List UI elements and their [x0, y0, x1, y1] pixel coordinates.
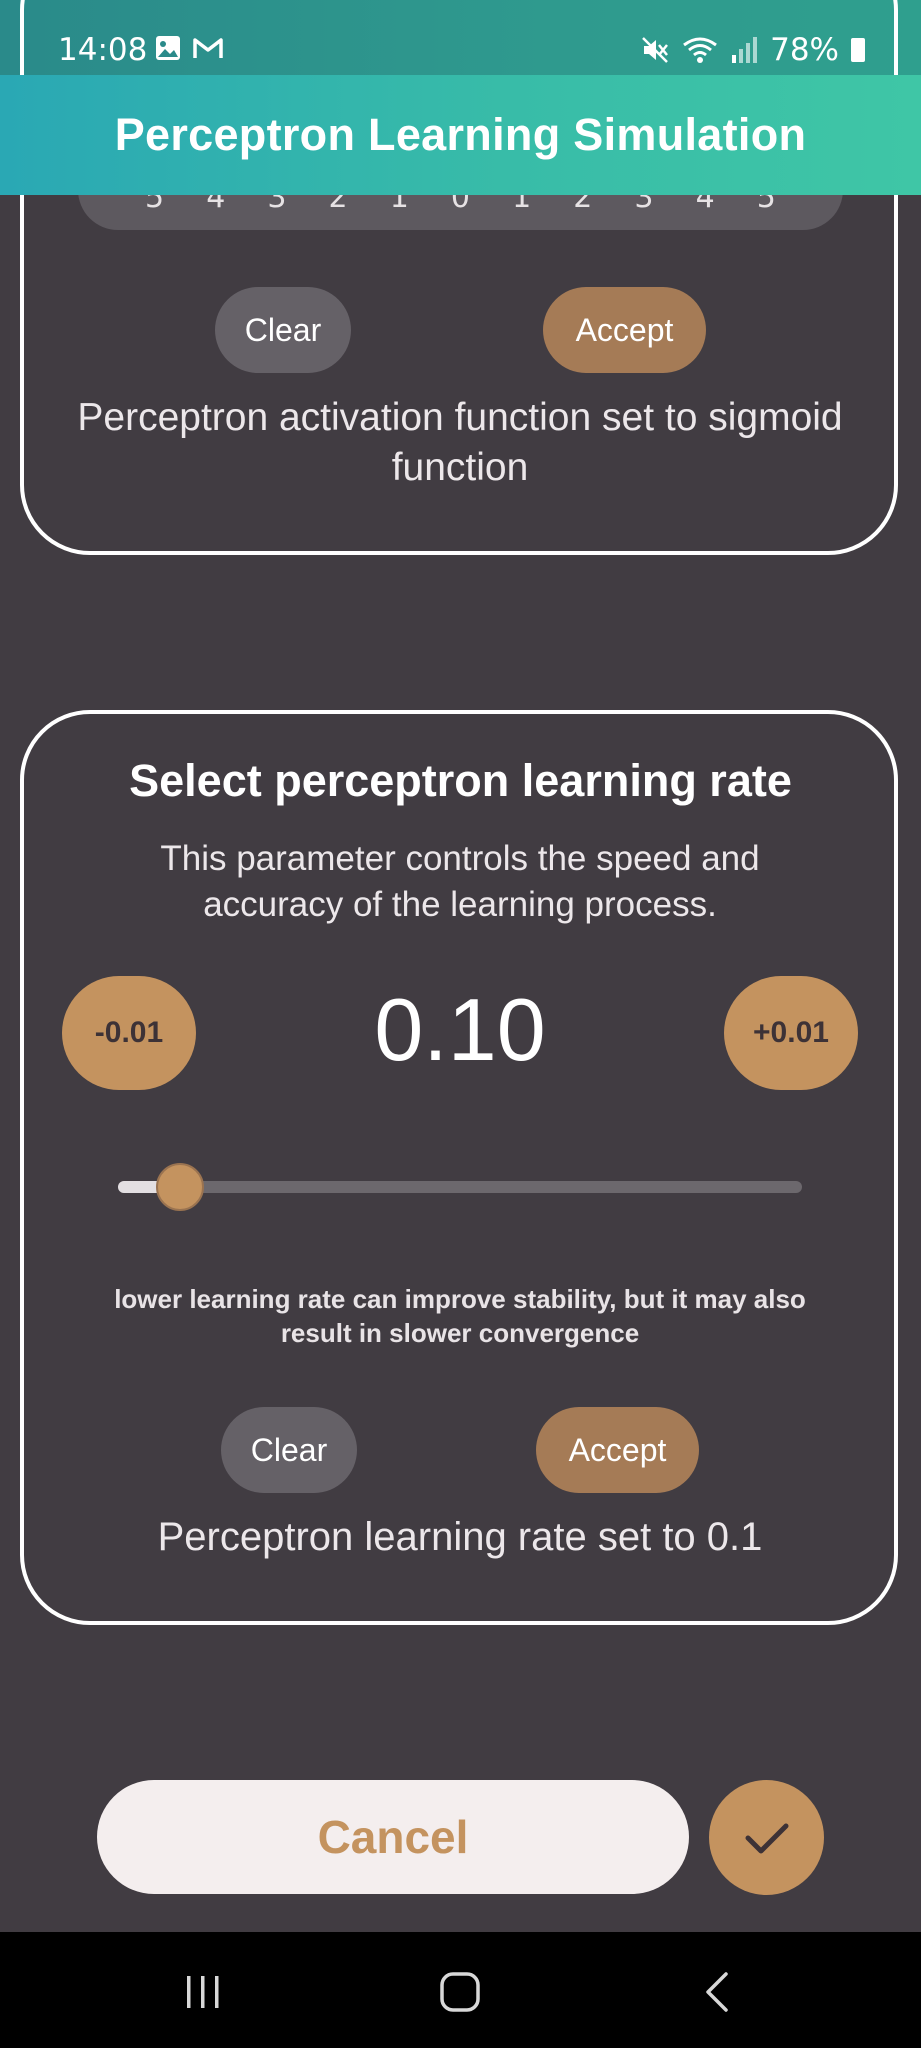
learning-rate-value: 0.10 — [374, 980, 546, 1079]
learning-rate-clear-button[interactable]: Clear — [221, 1407, 357, 1493]
back-icon[interactable] — [688, 1962, 748, 2022]
screen: 14:08 78% Perceptron Learning Simulation… — [0, 0, 921, 2048]
cancel-button[interactable]: Cancel — [97, 1780, 689, 1894]
activation-accept-button[interactable]: Accept — [543, 287, 706, 373]
activation-clear-button[interactable]: Clear — [215, 287, 351, 373]
decrement-button[interactable]: -0.01 — [62, 976, 196, 1090]
app-bar: Perceptron Learning Simulation — [0, 75, 921, 195]
confirm-button[interactable] — [709, 1780, 824, 1895]
check-icon — [745, 1823, 788, 1853]
system-nav-bar — [0, 1932, 921, 2048]
activation-scale-strip[interactable]: 54321012345 — [78, 190, 843, 230]
learning-rate-title: Select perceptron learning rate — [129, 755, 792, 806]
recents-icon[interactable] — [173, 1962, 233, 2022]
learning-rate-slider[interactable] — [118, 1163, 802, 1211]
learning-rate-hint: lower learning rate can improve stabilit… — [114, 1284, 806, 1348]
app-title: Perceptron Learning Simulation — [114, 109, 807, 160]
learning-rate-accept-button[interactable]: Accept — [536, 1407, 699, 1493]
increment-button[interactable]: +0.01 — [724, 976, 858, 1090]
learning-rate-description: This parameter controls the speed and ac… — [160, 839, 760, 924]
learning-rate-status-message: Perceptron learning rate set to 0.1 — [157, 1515, 763, 1559]
home-icon[interactable] — [430, 1962, 490, 2022]
slider-thumb[interactable] — [155, 1163, 204, 1211]
activation-status-message: Perceptron activation function set to si… — [77, 396, 843, 489]
